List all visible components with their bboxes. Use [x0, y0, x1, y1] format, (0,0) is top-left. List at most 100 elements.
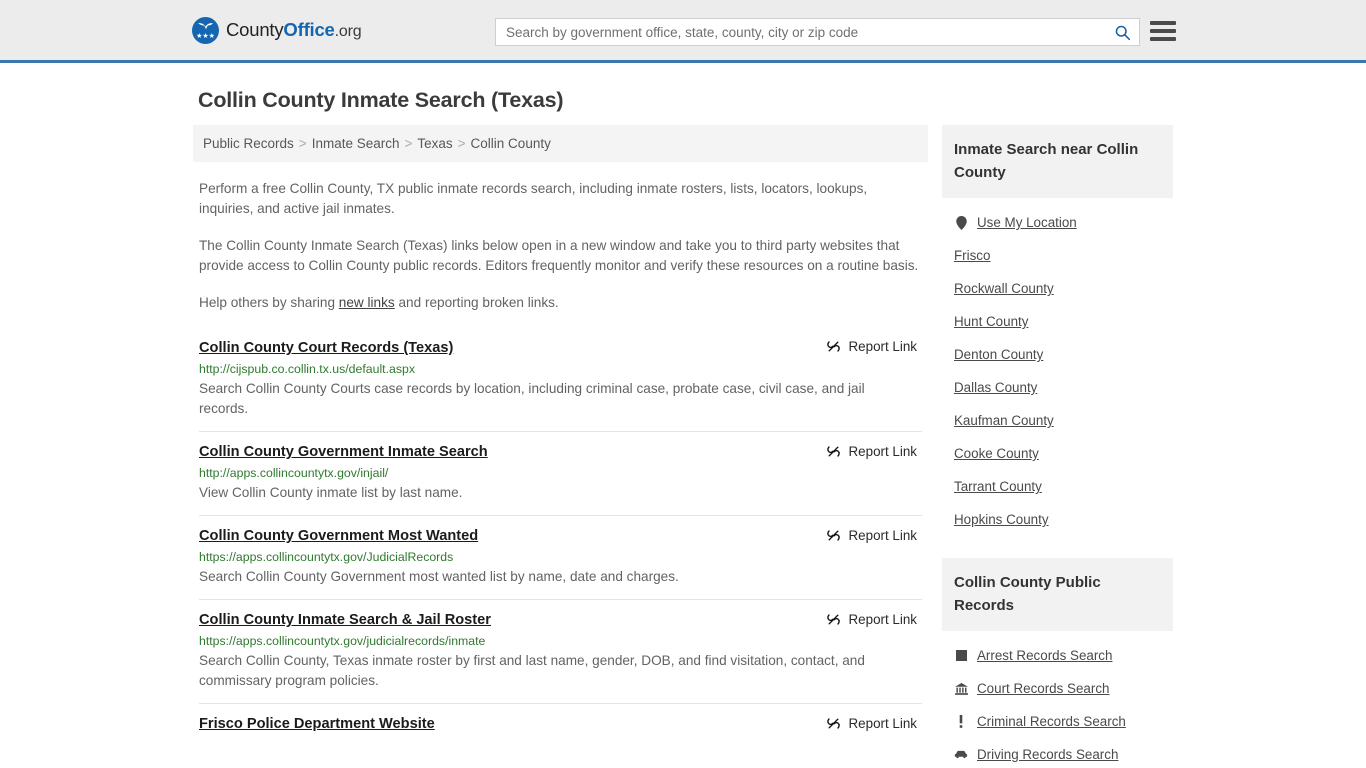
breadcrumb-item-collin-county[interactable]: Collin County: [471, 136, 551, 151]
page-title: Collin County Inmate Search (Texas): [198, 88, 564, 112]
sidebar-item-driving-records-search[interactable]: Driving Records Search: [942, 738, 1173, 768]
logo-stars: ★★★: [196, 32, 215, 40]
report-link-label: Report Link: [848, 716, 917, 731]
report-link-button[interactable]: Report Link: [826, 528, 917, 543]
sidebar-item-label: Hopkins County: [954, 512, 1049, 527]
share-text-before: Help others by sharing: [199, 295, 339, 310]
search-bar[interactable]: [495, 18, 1140, 46]
sidebar-item-frisco[interactable]: Frisco: [942, 239, 1173, 272]
main-column: Public Records > Inmate Search > Texas > Colli…: [193, 125, 928, 768]
breadcrumb-separator: >: [298, 136, 307, 151]
logo-wordmark: CountyOffice.org: [226, 19, 362, 41]
result-title-link[interactable]: Collin County Government Inmate Search: [199, 444, 488, 460]
broken-link-icon: [826, 718, 840, 729]
hamburger-bar: [1150, 37, 1176, 41]
breadcrumb-item-public-records[interactable]: Public Records: [203, 136, 294, 151]
public-records-panel: Collin County Public Records Arrest Reco…: [942, 558, 1173, 768]
result-url[interactable]: https://apps.collincountytx.gov/judicial…: [199, 634, 922, 648]
new-links-link[interactable]: new links: [339, 295, 395, 310]
intro-text: Perform a free Collin County, TX public …: [193, 179, 928, 313]
sidebar-item-label: Use My Location: [977, 215, 1077, 230]
result-title-link[interactable]: Frisco Police Department Website: [199, 716, 435, 732]
sidebar-item-label: Court Records Search: [977, 681, 1110, 696]
logo-text-county: County: [226, 19, 284, 40]
sidebar-item-label: Hunt County: [954, 314, 1029, 329]
result-description: Search Collin County, Texas inmate roste…: [199, 653, 865, 688]
result-title-link[interactable]: Collin County Government Most Wanted: [199, 528, 478, 544]
result-url[interactable]: http://apps.collincountytx.gov/injail/: [199, 466, 922, 480]
result-description: Search Collin County Government most wan…: [199, 569, 679, 584]
site-header: ★★★ CountyOffice.org: [0, 0, 1366, 63]
eagle-seal-icon: ★★★: [192, 16, 219, 44]
result-title-link[interactable]: Collin County Inmate Search & Jail Roste…: [199, 612, 491, 628]
nearby-list: Use My Location Frisco Rockwall County H…: [942, 198, 1173, 536]
sidebar-item-label: Rockwall County: [954, 281, 1054, 296]
report-link-label: Report Link: [848, 528, 917, 543]
result-description: Search Collin County Courts case records…: [199, 381, 865, 416]
hamburger-bar: [1150, 29, 1176, 33]
sidebar-item-label: Frisco: [954, 248, 991, 263]
eagle-wings-icon: [197, 22, 213, 29]
report-link-label: Report Link: [848, 612, 917, 627]
sidebar-item-tarrant-county[interactable]: Tarrant County: [942, 470, 1173, 503]
search-icon[interactable]: [1113, 23, 1131, 41]
result-item: Collin County Court Records (Texas) Repo…: [199, 330, 922, 431]
broken-link-icon: [826, 446, 840, 457]
result-description: View Collin County inmate list by last n…: [199, 485, 463, 500]
report-link-button[interactable]: Report Link: [826, 716, 917, 731]
nearby-panel-heading: Inmate Search near Collin County: [942, 125, 1173, 198]
sidebar-item-court-records-search[interactable]: Court Records Search: [942, 672, 1173, 705]
hamburger-menu-icon[interactable]: [1150, 21, 1176, 41]
page-body: Public Records > Inmate Search > Texas > Colli…: [193, 125, 1173, 768]
broken-link-icon: [826, 341, 840, 352]
sidebar-item-dallas-county[interactable]: Dallas County: [942, 371, 1173, 404]
logo-text-org: .org: [334, 23, 362, 40]
courthouse-icon: [954, 681, 968, 696]
intro-paragraph-2: The Collin County Inmate Search (Texas) …: [199, 238, 919, 273]
sidebar-item-hopkins-county[interactable]: Hopkins County: [942, 503, 1173, 536]
fingerprint-icon: [954, 648, 968, 663]
result-url[interactable]: http://cijspub.co.collin.tx.us/default.a…: [199, 362, 922, 376]
result-item: Collin County Inmate Search & Jail Roste…: [199, 599, 922, 703]
results-list: Collin County Court Records (Texas) Repo…: [193, 330, 928, 745]
logo-text-office: Office: [283, 19, 335, 40]
sidebar-item-label: Driving Records Search: [977, 747, 1119, 762]
report-link-label: Report Link: [848, 339, 917, 354]
intro-paragraph-1: Perform a free Collin County, TX public …: [199, 181, 868, 216]
report-link-label: Report Link: [848, 444, 917, 459]
public-records-list: Arrest Records Search Court Records Sear…: [942, 631, 1173, 768]
breadcrumb: Public Records > Inmate Search > Texas > Colli…: [193, 125, 928, 162]
sidebar-item-label: Dallas County: [954, 380, 1038, 395]
share-text-after: and reporting broken links.: [394, 295, 559, 310]
result-title-link[interactable]: Collin County Court Records (Texas): [199, 340, 453, 356]
public-records-panel-heading: Collin County Public Records: [942, 558, 1173, 631]
search-input[interactable]: [504, 23, 1113, 41]
sidebar-item-criminal-records-search[interactable]: Criminal Records Search: [942, 705, 1173, 738]
sidebar-item-use-my-location[interactable]: Use My Location: [942, 206, 1173, 239]
sidebar-item-cooke-county[interactable]: Cooke County: [942, 437, 1173, 470]
result-item: Collin County Government Inmate Search R…: [199, 431, 922, 515]
sidebar-item-hunt-county[interactable]: Hunt County: [942, 305, 1173, 338]
result-item: Frisco Police Department Website Report …: [199, 703, 922, 745]
report-link-button[interactable]: Report Link: [826, 339, 917, 354]
broken-link-icon: [826, 530, 840, 541]
sidebar-item-arrest-records-search[interactable]: Arrest Records Search: [942, 639, 1173, 672]
sidebar-item-denton-county[interactable]: Denton County: [942, 338, 1173, 371]
report-link-button[interactable]: Report Link: [826, 612, 917, 627]
sidebar-item-kaufman-county[interactable]: Kaufman County: [942, 404, 1173, 437]
report-link-button[interactable]: Report Link: [826, 444, 917, 459]
sidebar-item-rockwall-county[interactable]: Rockwall County: [942, 272, 1173, 305]
car-icon: [954, 747, 968, 762]
site-logo[interactable]: ★★★ CountyOffice.org: [192, 16, 362, 44]
result-url[interactable]: https://apps.collincountytx.gov/Judicial…: [199, 550, 922, 564]
breadcrumb-item-texas[interactable]: Texas: [417, 136, 452, 151]
sidebar-item-label: Kaufman County: [954, 413, 1054, 428]
result-item: Collin County Government Most Wanted Rep…: [199, 515, 922, 599]
nearby-inmate-search-panel: Inmate Search near Collin County Use My …: [942, 125, 1173, 536]
intro-paragraph-3: Help others by sharing new links and rep…: [199, 293, 922, 313]
breadcrumb-item-inmate-search[interactable]: Inmate Search: [312, 136, 400, 151]
broken-link-icon: [826, 614, 840, 625]
sidebar-item-label: Tarrant County: [954, 479, 1042, 494]
breadcrumb-separator: >: [457, 136, 466, 151]
map-pin-icon: [954, 215, 968, 230]
